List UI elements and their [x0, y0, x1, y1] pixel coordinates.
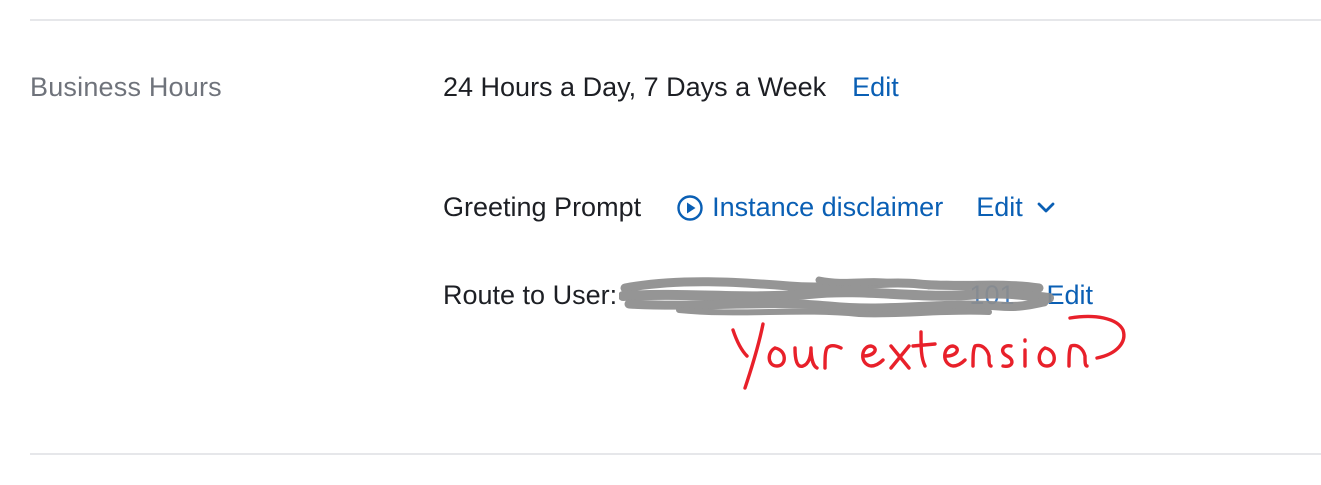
chevron-down-icon: [1037, 202, 1055, 212]
business-hours-row: 24 Hours a Day, 7 Days a Week Edit: [443, 72, 899, 103]
greeting-prompt-edit-label: Edit: [976, 192, 1023, 222]
play-circle-icon: [677, 194, 703, 221]
route-to-user-label: Route to User:: [443, 280, 618, 310]
greeting-prompt-name: Instance disclaimer: [712, 192, 944, 222]
greeting-prompt-row: Greeting Prompt Instance disclaimer Edit: [443, 192, 1055, 223]
greeting-prompt-edit-dropdown[interactable]: Edit: [976, 192, 1055, 223]
business-hours-edit-link[interactable]: Edit: [852, 72, 899, 103]
bottom-divider: [30, 453, 1321, 455]
greeting-prompt-play-link[interactable]: Instance disclaimer: [677, 192, 943, 223]
top-divider: [30, 19, 1321, 21]
greeting-prompt-label: Greeting Prompt: [443, 192, 642, 222]
handwritten-annotation: [731, 314, 1126, 390]
business-hours-value: 24 Hours a Day, 7 Days a Week: [443, 72, 827, 102]
section-label-business-hours: Business Hours: [30, 72, 222, 102]
